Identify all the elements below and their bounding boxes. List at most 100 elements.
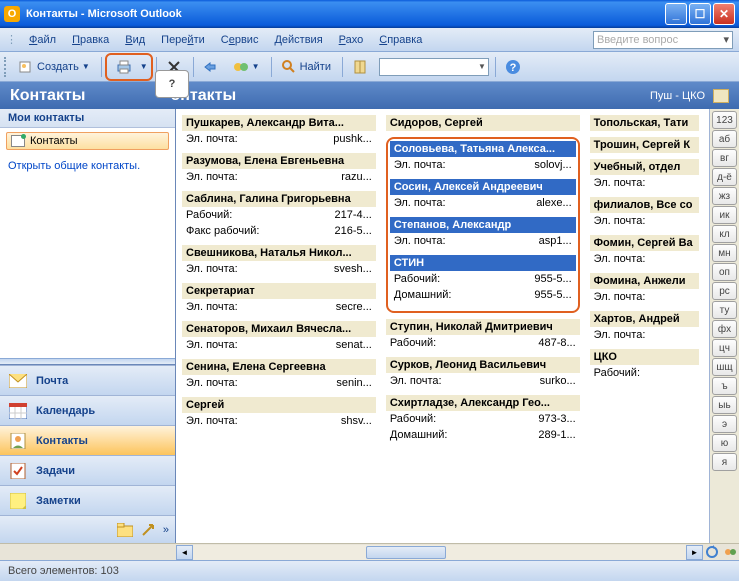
help-search-input[interactable]: Введите вопрос ▾ xyxy=(593,31,733,49)
sync-icon[interactable] xyxy=(705,545,719,559)
help-button[interactable]: ? xyxy=(499,56,527,78)
scroll-track[interactable] xyxy=(193,545,686,560)
alpha-button-ыь[interactable]: ыь xyxy=(712,396,737,414)
configure-buttons-icon[interactable]: » xyxy=(163,524,169,536)
scroll-right-button[interactable]: ► xyxy=(686,545,703,560)
menu-tools[interactable]: Сервис xyxy=(213,32,267,48)
contact-field: Эл. почта:surko... xyxy=(386,373,580,389)
nav-mail[interactable]: Почта xyxy=(0,365,175,395)
nav-notes-label: Заметки xyxy=(36,495,81,507)
alpha-button-э[interactable]: э xyxy=(712,415,737,433)
menu-file[interactable]: Файл xyxy=(21,32,64,48)
alpha-button-ик[interactable]: ик xyxy=(712,206,737,224)
chevron-down-icon[interactable]: ▾ xyxy=(723,33,729,46)
contact-card[interactable]: Саблина, Галина ГригорьевнаРабочий:217-4… xyxy=(182,191,376,239)
alpha-button-мн[interactable]: мн xyxy=(712,244,737,262)
open-shared-contacts-link[interactable]: Открыть общие контакты. xyxy=(0,154,175,178)
maximize-button[interactable]: ☐ xyxy=(689,3,711,25)
contact-card[interactable]: Трошин, Сергей К xyxy=(590,137,699,153)
close-button[interactable]: ✕ xyxy=(713,3,735,25)
horizontal-scrollbar[interactable]: ◄ ► xyxy=(0,543,739,560)
status-icon[interactable] xyxy=(723,545,737,559)
nav-notes[interactable]: Заметки xyxy=(0,485,175,515)
alpha-button-жз[interactable]: жз xyxy=(712,187,737,205)
new-button[interactable]: Создать ▼ xyxy=(12,56,96,78)
contacts-folder[interactable]: Контакты xyxy=(6,132,169,150)
alpha-button-вг[interactable]: вг xyxy=(712,149,737,167)
alpha-button-кл[interactable]: кл xyxy=(712,225,737,243)
contact-card[interactable]: Сенина, Елена СергеевнаЭл. почта:senin..… xyxy=(182,359,376,391)
toolbar-gripper[interactable] xyxy=(4,57,8,77)
field-label: Факс рабочий: xyxy=(186,225,259,237)
contact-card[interactable]: СТИНРабочий:955-5...Домашний:955-5... xyxy=(390,255,576,303)
alpha-button-я[interactable]: я xyxy=(712,453,737,471)
contact-card[interactable]: Учебный, отделЭл. почта: xyxy=(590,159,699,191)
shortcuts-icon[interactable] xyxy=(141,523,155,537)
field-label: Эл. почта: xyxy=(186,415,238,427)
contact-card[interactable]: Свешникова, Наталья Никол...Эл. почта:sv… xyxy=(182,245,376,277)
contacts-icon xyxy=(8,432,28,450)
field-label: Эл. почта: xyxy=(186,301,238,313)
view-header: Контакты онтакты Пуш - ЦКО xyxy=(0,82,739,109)
alpha-button-ю[interactable]: ю xyxy=(712,434,737,452)
alpha-button-цч[interactable]: цч xyxy=(712,339,737,357)
contact-card[interactable]: Сурков, Леонид ВасильевичЭл. почта:surko… xyxy=(386,357,580,389)
reply-button[interactable] xyxy=(197,56,225,78)
card-view-icon[interactable] xyxy=(713,89,729,103)
contact-card[interactable]: Схиртладзе, Александр Гео...Рабочий:973-… xyxy=(386,395,580,443)
contact-card[interactable]: Соловьева, Татьяна Алекса...Эл. почта:so… xyxy=(390,141,576,173)
alpha-button-оп[interactable]: оп xyxy=(712,263,737,281)
alpha-button-рс[interactable]: рс xyxy=(712,282,737,300)
contact-card[interactable]: филиалов, Все соЭл. почта: xyxy=(590,197,699,229)
alpha-button-аб[interactable]: аб xyxy=(712,130,737,148)
contact-name: Фомин, Сергей Ва xyxy=(590,235,699,251)
print-button[interactable] xyxy=(110,56,138,78)
nav-contacts[interactable]: Контакты xyxy=(0,425,175,455)
contact-card[interactable]: Разумова, Елена ЕвгеньевнаЭл. почта:razu… xyxy=(182,153,376,185)
contact-card[interactable]: ЦКОРабочий: xyxy=(590,349,699,381)
menu-edit[interactable]: Правка xyxy=(64,32,117,48)
contact-card[interactable]: Пушкарев, Александр Вита...Эл. почта:pus… xyxy=(182,115,376,147)
contact-card[interactable]: Топольская, Тати xyxy=(590,115,699,131)
folder-list-icon[interactable] xyxy=(117,523,133,537)
nav-calendar[interactable]: Календарь xyxy=(0,395,175,425)
contact-card[interactable]: Сосин, Алексей АндреевичЭл. почта:alexe.… xyxy=(390,179,576,211)
contact-field: Эл. почта:senin... xyxy=(182,375,376,391)
chevron-down-icon[interactable]: ▼ xyxy=(140,62,148,71)
help-search-placeholder: Введите вопрос xyxy=(597,34,678,46)
menu-help[interactable]: Справка xyxy=(371,32,430,48)
contact-card[interactable]: Степанов, АлександрЭл. почта:asp1... xyxy=(390,217,576,249)
scroll-thumb[interactable] xyxy=(366,546,446,559)
menu-raxo[interactable]: Рахо xyxy=(331,32,372,48)
contact-card[interactable]: СекретариатЭл. почта:secre... xyxy=(182,283,376,315)
contact-card[interactable]: Хартов, АндрейЭл. почта: xyxy=(590,311,699,343)
categories-button[interactable]: ▼ xyxy=(227,56,266,78)
find-button[interactable]: Найти xyxy=(275,56,337,78)
contact-field: Домашний:289-1... xyxy=(386,427,580,443)
chevron-down-icon[interactable]: ▼ xyxy=(252,62,260,71)
address-book-button[interactable] xyxy=(346,56,374,78)
address-dropdown[interactable]: ▼ xyxy=(379,58,489,76)
minimize-button[interactable]: _ xyxy=(665,3,687,25)
alpha-button-ъ[interactable]: ъ xyxy=(712,377,737,395)
menu-go[interactable]: Перейти xyxy=(153,32,213,48)
contact-card[interactable]: Фомин, Сергей ВаЭл. почта: xyxy=(590,235,699,267)
scroll-left-button[interactable]: ◄ xyxy=(176,545,193,560)
alpha-button-123[interactable]: 123 xyxy=(712,111,737,129)
field-label: Эл. почта: xyxy=(594,291,646,303)
contact-card[interactable]: СергейЭл. почта:shsv... xyxy=(182,397,376,429)
alpha-button-ту[interactable]: ту xyxy=(712,301,737,319)
contact-card[interactable]: Фомина, АнжелиЭл. почта: xyxy=(590,273,699,305)
menu-view[interactable]: Вид xyxy=(117,32,153,48)
chevron-down-icon[interactable]: ▼ xyxy=(82,62,90,71)
alpha-button-фх[interactable]: фх xyxy=(712,320,737,338)
menu-actions[interactable]: Действия xyxy=(266,32,330,48)
alpha-button-шщ[interactable]: шщ xyxy=(712,358,737,376)
contact-card[interactable]: Ступин, Николай ДмитриевичРабочий:487-8.… xyxy=(386,319,580,351)
selected-group: Соловьева, Татьяна Алекса...Эл. почта:so… xyxy=(386,137,580,313)
contact-card[interactable]: Сидоров, Сергей xyxy=(386,115,580,131)
contact-card[interactable]: Сенаторов, Михаил Вячесла...Эл. почта:se… xyxy=(182,321,376,353)
nav-tasks[interactable]: Задачи xyxy=(0,455,175,485)
alpha-button-д-ё[interactable]: д-ё xyxy=(712,168,737,186)
svg-text:?: ? xyxy=(510,62,517,74)
